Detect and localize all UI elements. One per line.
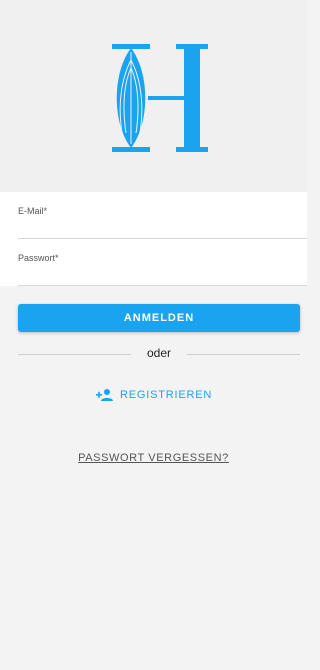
or-divider: oder [18,345,300,363]
email-field[interactable]: E-Mail* [0,192,307,239]
register-button[interactable]: REGISTRIEREN [96,386,212,404]
divider-line-right [187,354,300,355]
email-label: E-Mail* [18,206,48,216]
login-form: E-Mail* Passwort* [0,192,307,286]
logo-area [0,0,307,192]
divider-line-left [18,354,131,355]
password-underline [18,285,307,286]
password-field[interactable]: Passwort* [0,239,307,286]
register-label: REGISTRIEREN [120,389,213,401]
add-person-icon [96,389,113,401]
password-label: Passwort* [18,253,59,263]
or-text: oder [146,346,172,360]
h-leaf-logo-icon [112,44,208,152]
forgot-password-link[interactable]: PASSWORT VERGESSEN? [0,452,307,464]
login-button[interactable]: ANMELDEN [18,304,300,332]
